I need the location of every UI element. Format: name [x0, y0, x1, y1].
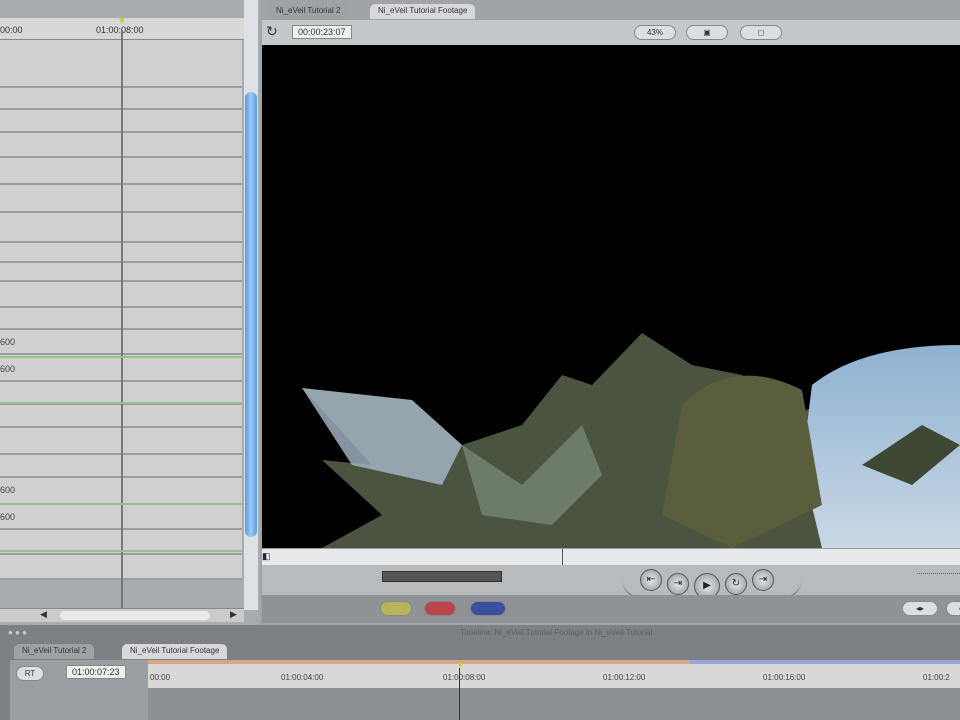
row-value: 600 — [0, 485, 16, 495]
track-header: RT 01:00:07:23 — [10, 660, 148, 720]
playhead-icon[interactable]: ▼ — [117, 16, 127, 27]
timeline-timecode[interactable]: 01:00:07:23 — [66, 665, 126, 679]
playhead-icon[interactable]: ▼ — [456, 660, 465, 670]
row-value: 600 — [0, 512, 16, 522]
mark-clip-button[interactable]: ◐ — [946, 601, 960, 616]
canvas-timecode[interactable]: 00:00:23:07 — [292, 25, 352, 39]
playhead[interactable] — [562, 549, 563, 565]
loop-icon[interactable]: ↻ — [266, 23, 278, 40]
ruler-label: 01:00:16:00 — [763, 673, 806, 682]
ruler-label: 00:00 — [150, 673, 171, 682]
scroll-right-icon[interactable]: ▶ — [230, 609, 237, 620]
keyframe-line — [0, 550, 242, 552]
ruler-label: 01:00:04:00 — [281, 673, 324, 682]
window-buttons[interactable]: ● ● ● — [8, 628, 27, 637]
row-value: 600 — [0, 364, 16, 374]
canvas-button-bar: ◂▸ ◐ — [262, 595, 960, 623]
ruler-label: 01:00:2 — [923, 673, 950, 682]
scroll-left-icon[interactable]: ◀ — [40, 609, 47, 620]
ruler-label: 01:00:08:00 — [443, 673, 486, 682]
ruler-label: 00:00 — [0, 25, 23, 35]
timeline-tab-active[interactable]: Ni_eVeil Tutorial Footage — [122, 644, 228, 659]
keyframe-line — [0, 402, 242, 404]
next-edit-icon[interactable]: ⇥ — [752, 569, 774, 591]
browser-panel: 00:00 01:00:08:00 ▼ 600 600 600 600 ◀ ▶ — [0, 0, 260, 625]
insert-edit-button[interactable] — [380, 601, 412, 616]
horizontal-scrollbar[interactable]: ◀ ▶ — [0, 608, 244, 622]
video-image — [302, 333, 960, 548]
jog-control[interactable] — [917, 573, 960, 577]
transport-controls: ⇤ ⇥ ▶ ↻ ⇥ — [262, 565, 960, 599]
hscroll-thumb[interactable] — [60, 611, 210, 620]
timeline-title: Timeline: Ni_eVeil Tutorial Footage in N… — [460, 628, 653, 637]
timeline-tab[interactable]: Ni_eVeil Tutorial 2 — [14, 644, 95, 659]
keyframe-line — [0, 356, 242, 358]
canvas-tab-active[interactable]: Ni_eVeil Tutorial Footage — [370, 4, 476, 19]
play-in-out-icon[interactable]: ⇥ — [667, 573, 689, 595]
timeline-playhead[interactable] — [459, 668, 460, 720]
in-point-icon: ◧ — [262, 551, 271, 561]
prev-edit-icon[interactable]: ⇤ — [640, 569, 662, 591]
play-around-icon[interactable]: ↻ — [725, 573, 747, 595]
add-marker-button[interactable] — [424, 601, 456, 616]
zoom-menu[interactable]: 43% — [634, 25, 676, 40]
keyframe-line — [0, 503, 242, 505]
scrubber-bar[interactable]: ◧ — [262, 548, 960, 565]
video-frame[interactable] — [262, 45, 960, 548]
row-value: 600 — [0, 337, 16, 347]
view-menu[interactable]: ▣ — [686, 25, 728, 40]
scrollbar-thumb[interactable] — [245, 92, 257, 537]
ruler-label: 01:00:12:00 — [603, 673, 646, 682]
canvas-tab[interactable]: Ni_eVeil Tutorial 2 — [268, 4, 349, 19]
canvas-toolbar: ↻ 00:00:23:07 43% ▣ ◻ — [262, 20, 960, 45]
rt-menu[interactable]: RT — [16, 666, 44, 681]
mark-in-out-button[interactable]: ◂▸ — [902, 601, 938, 616]
playhead-line — [121, 30, 123, 610]
track-area[interactable] — [148, 688, 960, 720]
shuttle-slider[interactable] — [382, 571, 502, 582]
timeline-ruler[interactable]: 00:00 01:00:04:00 01:00:08:00 01:00:12:0… — [148, 660, 960, 688]
overwrite-edit-button[interactable] — [470, 601, 506, 616]
overlay-menu[interactable]: ◻ — [740, 25, 782, 40]
